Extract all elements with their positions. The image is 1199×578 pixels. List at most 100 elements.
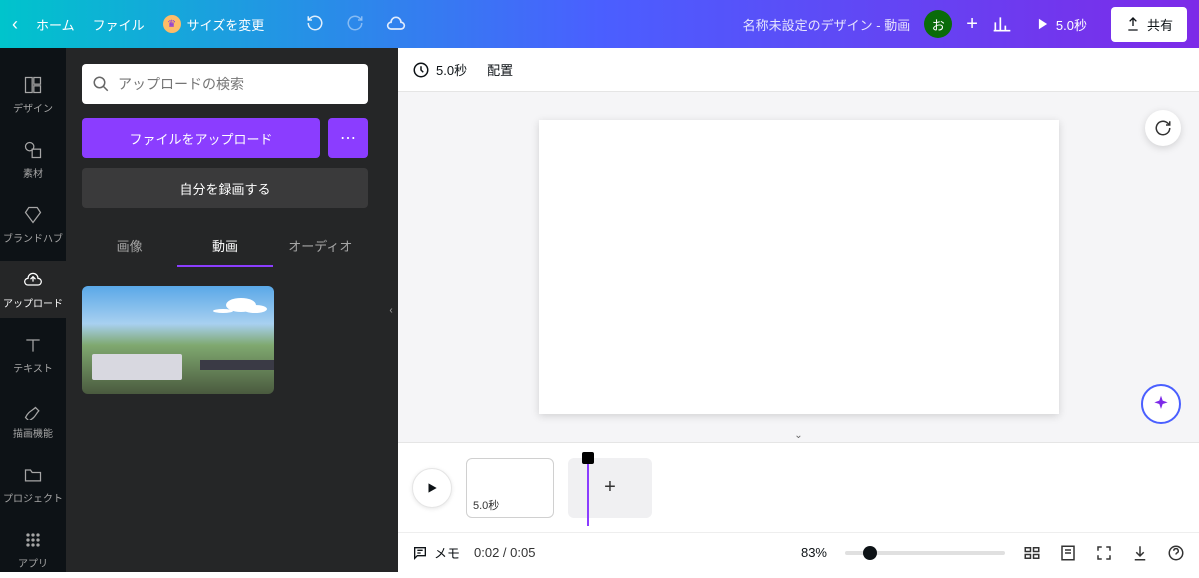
topbar-right: 名称未設定のデザイン - 動画 お + 5.0秒 共有: [743, 7, 1187, 42]
document-title[interactable]: 名称未設定のデザイン - 動画: [743, 15, 911, 34]
fullscreen-icon[interactable]: [1095, 544, 1113, 562]
present-button[interactable]: 5.0秒: [1026, 9, 1097, 40]
zoom-handle[interactable]: [863, 546, 877, 560]
upload-tabs: 画像 動画 オーディオ: [82, 226, 368, 268]
duration-chip[interactable]: 5.0秒: [412, 60, 467, 79]
add-member-icon[interactable]: +: [966, 13, 978, 36]
timeline-expand-handle[interactable]: ⌄: [778, 428, 818, 443]
clip-duration: 5.0秒: [473, 497, 499, 513]
chevron-left-icon: ‹: [389, 305, 392, 316]
rail-brand[interactable]: ブランドハブ: [0, 196, 66, 253]
clock-icon: [412, 61, 430, 79]
zoom-value: 83%: [801, 545, 827, 560]
analytics-icon[interactable]: [992, 14, 1012, 34]
canvas-center: ⌄: [398, 92, 1199, 442]
upload-icon: [22, 269, 44, 291]
rail-label: アプリ: [18, 555, 48, 570]
main-area: デザイン 素材 ブランドハブ アップロード テキスト 描画機能 プロジェクト ア…: [0, 48, 1199, 572]
topbar-left: ‹ ホーム ファイル ♛ サイズを変更: [12, 14, 406, 35]
rail-label: 素材: [23, 165, 43, 180]
notes-label: メモ: [434, 543, 460, 562]
rail-apps[interactable]: アプリ: [0, 521, 66, 578]
playhead-line: [587, 464, 589, 526]
file-menu[interactable]: ファイル: [93, 15, 145, 34]
rail-text[interactable]: テキスト: [0, 326, 66, 383]
rail-label: プロジェクト: [3, 490, 63, 505]
page-view-icon[interactable]: [1059, 544, 1077, 562]
rail-design[interactable]: デザイン: [0, 66, 66, 123]
cloud-sync-icon[interactable]: [386, 14, 406, 34]
avatar[interactable]: お: [924, 10, 952, 38]
rail-draw[interactable]: 描画機能: [0, 391, 66, 448]
notes-button[interactable]: メモ: [412, 543, 460, 562]
canvas-page[interactable]: [539, 120, 1059, 414]
timeline-clip[interactable]: 5.0秒: [466, 458, 554, 518]
home-link[interactable]: ホーム: [36, 15, 75, 34]
timeline-play-button[interactable]: [412, 468, 452, 508]
brand-icon: [22, 204, 44, 226]
sparkle-icon: [1151, 394, 1171, 414]
help-icon[interactable]: [1167, 544, 1185, 562]
tab-audio[interactable]: オーディオ: [273, 226, 368, 267]
text-icon: [22, 334, 44, 356]
upload-file-button[interactable]: ファイルをアップロード: [82, 118, 320, 158]
rail-label: 描画機能: [13, 425, 53, 440]
magic-button[interactable]: [1141, 384, 1181, 424]
rail-elements[interactable]: 素材: [0, 131, 66, 188]
rail-projects[interactable]: プロジェクト: [0, 456, 66, 513]
timeline: 5.0秒 + メモ 0:02 / 0:05 83%: [398, 442, 1199, 572]
search-input[interactable]: [118, 76, 358, 92]
zoom-slider[interactable]: [845, 551, 1005, 555]
apps-icon: [22, 529, 44, 551]
top-bar: ‹ ホーム ファイル ♛ サイズを変更 名称未設定のデザイン - 動画 お + …: [0, 0, 1199, 48]
thumbnail-view-icon[interactable]: [1023, 544, 1041, 562]
refresh-icon: [1154, 119, 1172, 137]
add-clip-button[interactable]: +: [568, 458, 652, 518]
record-self-button[interactable]: 自分を録画する: [82, 168, 368, 208]
regenerate-button[interactable]: [1145, 110, 1181, 146]
draw-icon: [22, 399, 44, 421]
rail-label: テキスト: [13, 360, 53, 375]
plus-icon: +: [604, 476, 616, 499]
present-duration: 5.0秒: [1056, 15, 1087, 34]
tab-videos[interactable]: 動画: [177, 226, 272, 267]
redo-icon[interactable]: [346, 14, 364, 34]
rail-label: アップロード: [3, 295, 63, 310]
play-icon: [425, 481, 439, 495]
shapes-icon: [22, 139, 44, 161]
playhead-cap-icon: [582, 452, 594, 464]
canvas-toolbar: 5.0秒 配置: [398, 48, 1199, 92]
uploads-panel: ファイルをアップロード ⋯ 自分を録画する 画像 動画 オーディオ: [66, 48, 384, 572]
chevron-down-icon: ⌄: [794, 430, 802, 441]
resize-button[interactable]: ♛ サイズを変更: [163, 15, 265, 34]
rail-uploads[interactable]: アップロード: [0, 261, 66, 318]
share-label: 共有: [1147, 15, 1173, 34]
search-box[interactable]: [82, 64, 368, 104]
upload-more-button[interactable]: ⋯: [328, 118, 368, 158]
upload-row: ファイルをアップロード ⋯: [82, 118, 368, 158]
folder-icon: [22, 464, 44, 486]
share-button[interactable]: 共有: [1111, 7, 1187, 42]
back-chevron-icon[interactable]: ‹: [12, 14, 18, 35]
side-rail: デザイン 素材 ブランドハブ アップロード テキスト 描画機能 プロジェクト ア…: [0, 48, 66, 572]
top-center-icons: [306, 14, 406, 34]
arrange-button[interactable]: 配置: [487, 60, 513, 79]
rail-label: デザイン: [13, 100, 53, 115]
video-thumbnail[interactable]: [82, 286, 274, 394]
notes-icon: [412, 545, 428, 561]
duration-value: 5.0秒: [436, 60, 467, 79]
download-icon[interactable]: [1131, 544, 1149, 562]
search-icon: [92, 75, 110, 93]
tab-images[interactable]: 画像: [82, 226, 177, 267]
rail-label: ブランドハブ: [3, 230, 63, 245]
time-display: 0:02 / 0:05: [474, 545, 535, 560]
resize-label: サイズを変更: [187, 15, 265, 34]
timeline-bottom: メモ 0:02 / 0:05 83%: [398, 532, 1199, 572]
clip-wrapper: 5.0秒: [466, 458, 554, 518]
canvas-area: 5.0秒 配置 ⌄: [398, 48, 1199, 572]
panel-collapse-handle[interactable]: ‹: [384, 48, 398, 572]
playhead[interactable]: [582, 452, 594, 526]
timeline-right: 83%: [801, 544, 1185, 562]
timeline-track: 5.0秒 +: [398, 443, 1199, 532]
undo-icon[interactable]: [306, 14, 324, 34]
